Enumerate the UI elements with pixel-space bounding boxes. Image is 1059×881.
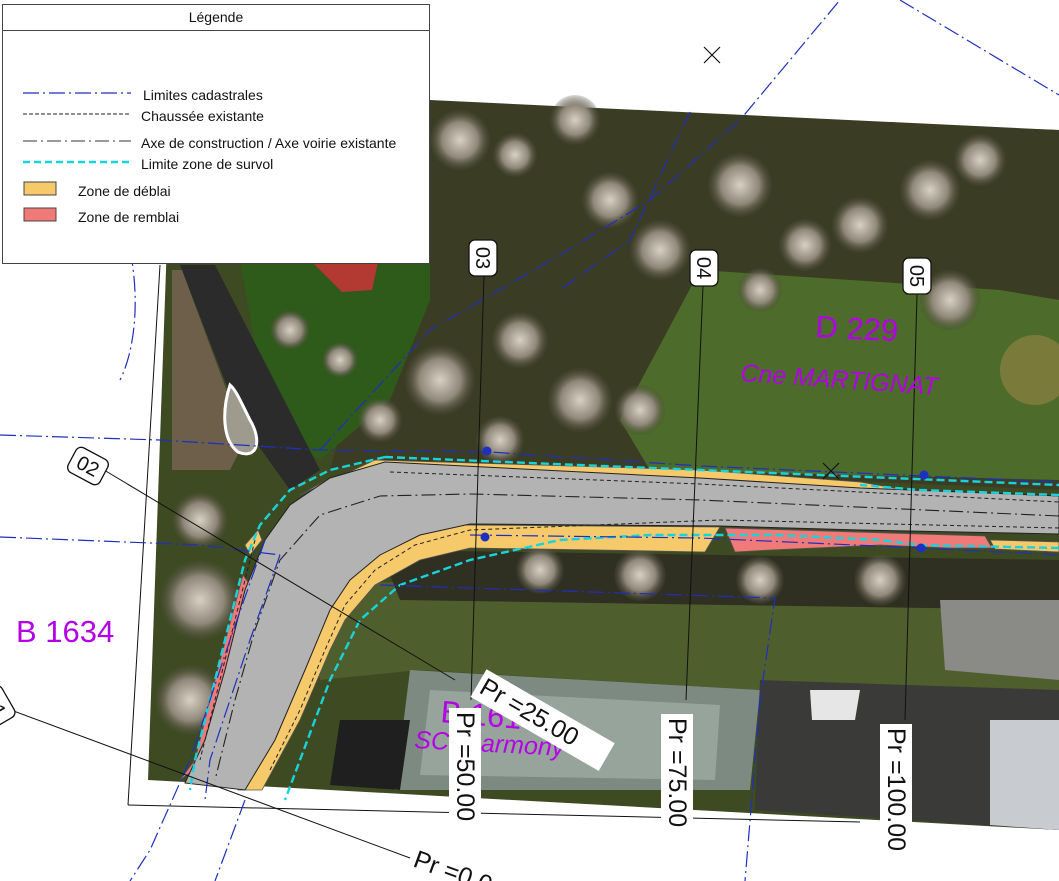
profile-tag-02[interactable]: 02 (66, 445, 111, 487)
cut-zone-swatch-icon (23, 181, 57, 196)
legend-label: Limite zone de survol (141, 156, 274, 172)
legend-label: Zone de remblai (78, 209, 180, 225)
legend-item-existing-road: Chaussée existante (3, 106, 429, 126)
svg-text:Pr =75.00: Pr =75.00 (663, 718, 691, 827)
map-stage: 02 03 04 05 01 B 1634 B 1617 SCI Harmony… (0, 0, 1059, 881)
legend-title: Légende (3, 5, 429, 31)
chainage-pr-0: Pr =0.0 (410, 845, 496, 881)
existing-road-line-icon (23, 113, 131, 115)
legend-label: Zone de déblai (78, 183, 171, 199)
legend-label: Axe de construction / Axe voirie existan… (141, 135, 397, 151)
profile-tag-04[interactable]: 04 (689, 249, 719, 287)
parcel-ref-b1634: B 1634 (16, 614, 114, 649)
axis-line-icon (23, 140, 131, 142)
embankment-zone-swatch-icon (23, 207, 57, 222)
legend-label: Limites cadastrales (143, 87, 263, 103)
svg-text:04: 04 (692, 257, 714, 279)
chainage-pr-50: Pr =50.00 (449, 708, 481, 844)
legend-panel: Légende Limites cadastrales Chaussée exi… (2, 4, 430, 264)
parcel-ref-d229: D 229 (815, 309, 899, 348)
legend-item-survey-limit: Limite zone de survol (3, 154, 429, 174)
svg-text:Pr =100.00: Pr =100.00 (882, 728, 910, 851)
legend-item-embankment-zone: Zone de remblai (3, 207, 429, 227)
profile-tag-03[interactable]: 03 (468, 239, 498, 277)
legend-label: Chaussée existante (141, 108, 264, 124)
profile-tag-01-partial[interactable]: 01 (0, 683, 17, 728)
svg-text:Pr =0.0: Pr =0.0 (410, 845, 496, 881)
profile-tag-05[interactable]: 05 (902, 257, 932, 295)
svg-text:03: 03 (471, 247, 493, 269)
legend-item-cadastral: Limites cadastrales (3, 85, 429, 105)
chainage-pr-75: Pr =75.00 (661, 714, 693, 850)
legend-item-axis: Axe de construction / Axe voirie existan… (3, 133, 429, 153)
svg-text:05: 05 (905, 265, 927, 287)
legend-item-cut-zone: Zone de déblai (3, 181, 429, 201)
svg-text:Pr =50.00: Pr =50.00 (451, 712, 479, 821)
chainage-pr-100: Pr =100.00 (880, 724, 912, 874)
cadastral-line-icon (23, 92, 131, 94)
survey-limit-line-icon (23, 160, 131, 164)
